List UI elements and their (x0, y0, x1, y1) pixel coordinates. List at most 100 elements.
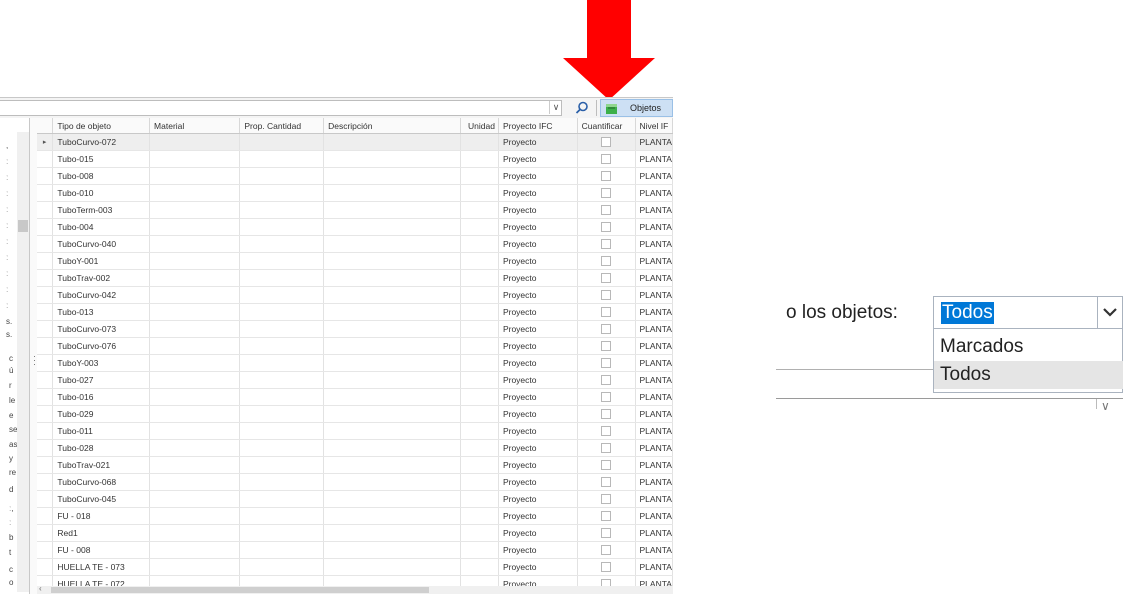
cell-prop-cantidad[interactable] (239, 218, 325, 236)
cuantificar-checkbox[interactable] (601, 307, 612, 318)
cell-proyecto-ifc[interactable]: Proyecto (498, 269, 578, 287)
cell-prop-cantidad[interactable] (239, 167, 325, 185)
cell-prop-cantidad[interactable] (239, 507, 325, 525)
row-indicator[interactable] (37, 405, 54, 423)
cell-tipo[interactable]: Tubo-008 (52, 167, 151, 185)
cell-material[interactable] (149, 490, 241, 508)
cell-prop-cantidad[interactable] (239, 269, 325, 287)
cell-material[interactable] (149, 201, 241, 219)
cell-tipo[interactable]: TuboCurvo-073 (52, 320, 151, 338)
panel-splitter[interactable]: · · · (30, 118, 37, 594)
cell-descripcion[interactable] (323, 303, 461, 321)
table-row[interactable]: HUELLA TE - 073 Proyecto PLANTA (37, 558, 673, 576)
row-indicator[interactable] (37, 201, 54, 219)
cell-proyecto-ifc[interactable]: Proyecto (498, 337, 578, 355)
cell-proyecto-ifc[interactable]: Proyecto (498, 218, 578, 236)
row-indicator[interactable] (37, 252, 54, 270)
grid-horizontal-scrollbar[interactable]: ‹ (37, 584, 673, 594)
cell-nivel[interactable]: PLANTA (635, 507, 673, 525)
table-row[interactable]: TuboTrav-021 Proyecto PLANTA (37, 456, 673, 474)
cell-proyecto-ifc[interactable]: Proyecto (498, 456, 578, 474)
cell-nivel[interactable]: PLANTA (635, 269, 673, 287)
table-row[interactable]: FU - 018 Proyecto PLANTA (37, 507, 673, 525)
cuantificar-checkbox[interactable] (601, 460, 612, 471)
objects-filter-select[interactable]: Todos (933, 296, 1123, 329)
cell-nivel[interactable]: PLANTA (635, 150, 673, 168)
cell-descripcion[interactable] (323, 456, 461, 474)
cell-tipo[interactable]: Tubo-027 (52, 371, 151, 389)
cell-prop-cantidad[interactable] (239, 541, 325, 559)
cell-unidad[interactable] (460, 558, 499, 576)
cell-prop-cantidad[interactable] (239, 235, 325, 253)
cell-unidad[interactable] (460, 422, 499, 440)
cell-nivel[interactable]: PLANTA (635, 320, 673, 338)
row-indicator[interactable] (37, 354, 54, 372)
cell-nivel[interactable]: PLANTA (635, 558, 673, 576)
cell-proyecto-ifc[interactable]: Proyecto (498, 371, 578, 389)
cuantificar-checkbox[interactable] (601, 375, 612, 386)
column-header-unidad[interactable]: Unidad (460, 118, 499, 134)
cell-material[interactable] (149, 456, 241, 474)
cell-descripcion[interactable] (323, 490, 461, 508)
row-indicator[interactable] (37, 558, 54, 576)
search-icon[interactable] (574, 100, 590, 116)
cell-unidad[interactable] (460, 167, 499, 185)
cell-proyecto-ifc[interactable]: Proyecto (498, 422, 578, 440)
cell-nivel[interactable]: PLANTA (635, 235, 673, 253)
row-indicator[interactable]: ▸ (37, 133, 54, 151)
column-header-descripcion[interactable]: Descripción (323, 118, 461, 134)
cell-tipo[interactable]: Tubo-015 (52, 150, 151, 168)
cell-nivel[interactable]: PLANTA (635, 439, 673, 457)
table-row[interactable]: Red1 Proyecto PLANTA (37, 524, 673, 542)
cell-nivel[interactable]: PLANTA (635, 133, 673, 151)
cell-material[interactable] (149, 320, 241, 338)
cell-unidad[interactable] (460, 320, 499, 338)
cell-descripcion[interactable] (323, 388, 461, 406)
cell-tipo[interactable]: Tubo-010 (52, 184, 151, 202)
filter-combo[interactable] (0, 100, 562, 116)
cuantificar-checkbox[interactable] (601, 409, 612, 420)
cell-prop-cantidad[interactable] (239, 252, 325, 270)
cell-descripcion[interactable] (323, 524, 461, 542)
cell-prop-cantidad[interactable] (239, 320, 325, 338)
cell-descripcion[interactable] (323, 473, 461, 491)
cell-descripcion[interactable] (323, 184, 461, 202)
cell-tipo[interactable]: Tubo-028 (52, 439, 151, 457)
cell-material[interactable] (149, 354, 241, 372)
cell-descripcion[interactable] (323, 167, 461, 185)
chevron-down-icon[interactable]: ∨ (549, 101, 562, 114)
table-row[interactable]: TuboY-001 Proyecto PLANTA (37, 252, 673, 270)
cell-unidad[interactable] (460, 286, 499, 304)
column-header-material[interactable]: Material (149, 118, 241, 134)
row-indicator[interactable] (37, 235, 54, 253)
cell-unidad[interactable] (460, 388, 499, 406)
cell-proyecto-ifc[interactable]: Proyecto (498, 184, 578, 202)
cuantificar-checkbox[interactable] (601, 443, 612, 454)
cell-unidad[interactable] (460, 354, 499, 372)
cell-tipo[interactable]: TuboY-003 (52, 354, 151, 372)
left-panel-scrollbar[interactable] (17, 132, 29, 592)
cell-material[interactable] (149, 439, 241, 457)
cell-material[interactable] (149, 167, 241, 185)
cell-nivel[interactable]: PLANTA (635, 371, 673, 389)
cell-descripcion[interactable] (323, 337, 461, 355)
cell-prop-cantidad[interactable] (239, 337, 325, 355)
cell-material[interactable] (149, 269, 241, 287)
cell-nivel[interactable]: PLANTA (635, 473, 673, 491)
cell-tipo[interactable]: TuboCurvo-042 (52, 286, 151, 304)
cell-nivel[interactable]: PLANTA (635, 405, 673, 423)
table-row[interactable]: TuboCurvo-040 Proyecto PLANTA (37, 235, 673, 253)
cell-unidad[interactable] (460, 507, 499, 525)
table-row[interactable]: Tubo-008 Proyecto PLANTA (37, 167, 673, 185)
cell-material[interactable] (149, 286, 241, 304)
objects-button[interactable]: Objetos (600, 99, 673, 117)
cell-proyecto-ifc[interactable]: Proyecto (498, 286, 578, 304)
row-indicator[interactable] (37, 269, 54, 287)
cell-material[interactable] (149, 422, 241, 440)
cell-nivel[interactable]: PLANTA (635, 541, 673, 559)
cell-descripcion[interactable] (323, 269, 461, 287)
cell-descripcion[interactable] (323, 286, 461, 304)
cell-nivel[interactable]: PLANTA (635, 286, 673, 304)
cell-tipo[interactable]: Tubo-011 (52, 422, 151, 440)
cuantificar-checkbox[interactable] (601, 324, 612, 335)
